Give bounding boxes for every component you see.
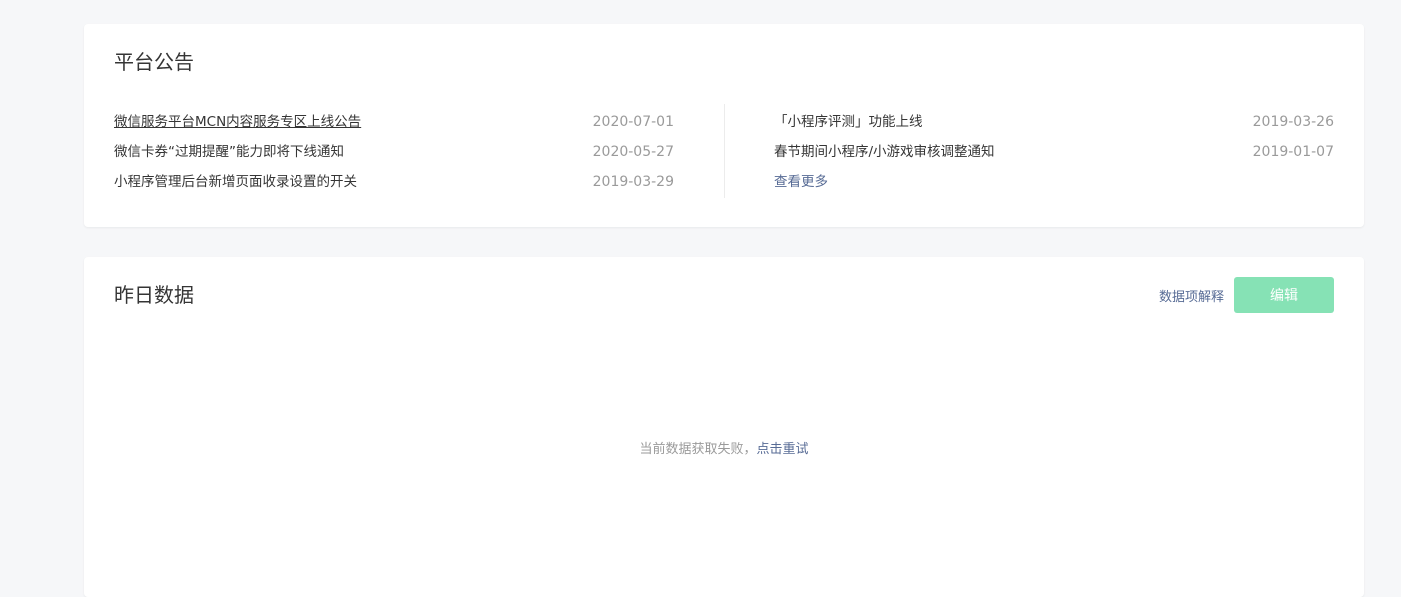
retry-link[interactable]: 点击重试 [757,442,809,457]
notice-item-date: 2019-01-07 [1252,144,1334,160]
yesterday-data-card: 昨日数据 数据项解释 编辑 当前数据获取失败，点击重试 [84,257,1364,597]
notice-item-date: 2019-03-26 [1252,114,1334,130]
data-explain-link[interactable]: 数据项解释 [1159,286,1224,305]
notice-title: 平台公告 [114,50,194,74]
load-error-text: 当前数据获取失败， [639,442,757,457]
notice-card: 平台公告 微信服务平台MCN内容服务专区上线公告 2020-07-01 微信卡券… [84,24,1364,227]
notice-item[interactable]: 微信卡券“过期提醒”能力即将下线通知 2020-05-27 [114,142,674,172]
edit-button[interactable]: 编辑 [1234,277,1334,313]
notice-item[interactable]: 「小程序评测」功能上线 2019-03-26 [774,112,1334,142]
notice-item-title[interactable]: 微信服务平台MCN内容服务专区上线公告 [114,112,361,132]
notice-item[interactable]: 春节期间小程序/小游戏审核调整通知 2019-01-07 [774,142,1334,172]
notice-item-title[interactable]: 小程序管理后台新增页面收录设置的开关 [114,172,357,192]
notice-item[interactable]: 小程序管理后台新增页面收录设置的开关 2019-03-29 [114,172,674,202]
notice-item-date: 2019-03-29 [592,174,674,190]
notice-item-title[interactable]: 「小程序评测」功能上线 [774,112,923,132]
notice-item-title[interactable]: 春节期间小程序/小游戏审核调整通知 [774,142,995,162]
notice-item[interactable]: 微信服务平台MCN内容服务专区上线公告 2020-07-01 [114,112,674,142]
view-more-link[interactable]: 查看更多 [774,174,828,190]
notice-divider [724,104,725,198]
notice-item-date: 2020-07-01 [592,114,674,130]
notice-more-row: 查看更多 [774,172,1334,202]
load-error-message: 当前数据获取失败，点击重试 [84,441,1364,459]
notice-list-right: 「小程序评测」功能上线 2019-03-26 春节期间小程序/小游戏审核调整通知… [774,112,1334,202]
notice-list-left: 微信服务平台MCN内容服务专区上线公告 2020-07-01 微信卡券“过期提醒… [114,112,674,202]
yesterday-data-title: 昨日数据 [114,283,194,307]
notice-item-title[interactable]: 微信卡券“过期提醒”能力即将下线通知 [114,142,344,162]
data-actions: 数据项解释 编辑 [1159,277,1334,313]
notice-item-date: 2020-05-27 [592,144,674,160]
